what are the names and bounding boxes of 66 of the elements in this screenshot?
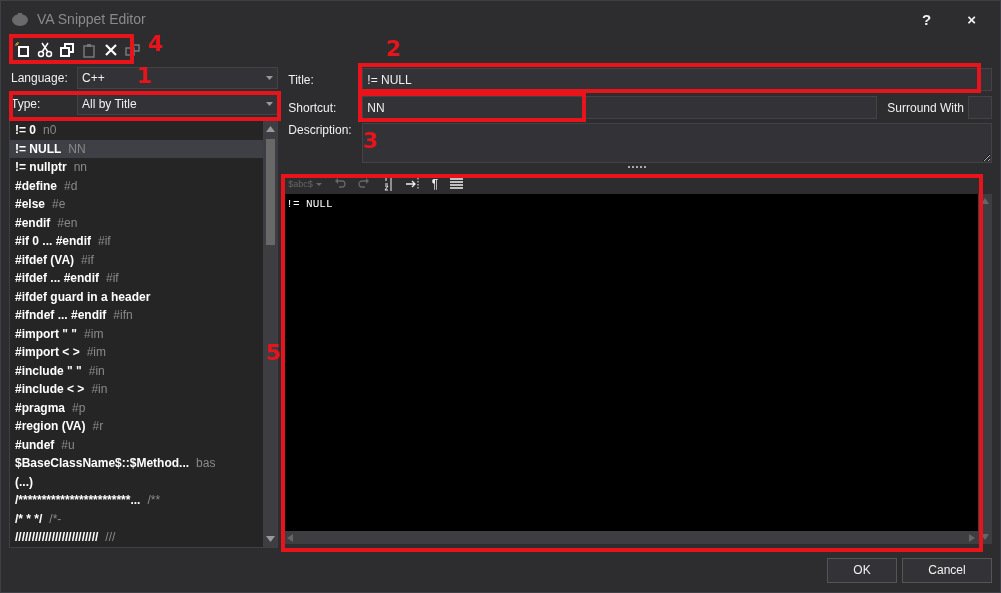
cancel-button[interactable]: Cancel — [902, 557, 992, 583]
scroll-thumb[interactable] — [265, 139, 275, 245]
snippet-item[interactable]: #import " " #im — [10, 324, 264, 343]
ok-button[interactable]: OK — [827, 557, 897, 583]
help-button[interactable]: ? — [908, 10, 946, 28]
snippet-item[interactable]: $BaseClassName$::$Method... bas — [10, 454, 264, 473]
window-title: VA Snippet Editor — [37, 11, 147, 27]
scissors-icon[interactable] — [37, 42, 53, 58]
code-editor[interactable]: != NULL — [284, 194, 978, 531]
dropdown-caret-icon — [315, 182, 322, 186]
field-label: Description: — [287, 123, 353, 137]
scrollbar[interactable] — [263, 121, 278, 547]
annotation-number: 1 — [137, 65, 153, 87]
field-label: Title: — [287, 72, 315, 87]
snippet-item[interactable]: /* * */ /*- — [10, 509, 264, 528]
snippet-item[interactable]: #undef #u — [10, 435, 264, 454]
pilcrow-button[interactable]: ¶ — [431, 177, 439, 191]
shortcut-field[interactable]: NN — [362, 96, 878, 119]
type-dropdown[interactable]: All by Title — [77, 93, 279, 115]
snippet-item[interactable]: != nullptr nn — [10, 158, 264, 177]
snippet-item[interactable]: #ifndef ... #endif #ifn — [10, 306, 264, 325]
snippet-item[interactable]: (...) — [10, 472, 264, 491]
snippet-item[interactable]: #pragma #p — [10, 398, 264, 417]
snippet-item[interactable]: #region (VA) #r — [10, 417, 264, 436]
description-field[interactable] — [362, 123, 992, 163]
scroll-down-icon[interactable] — [265, 536, 275, 542]
close-button[interactable]: × — [953, 10, 990, 28]
dropdown-caret-icon — [266, 102, 274, 106]
dropdown-caret-icon — [266, 76, 274, 80]
snippet-item[interactable]: #if 0 ... #endif #if — [10, 232, 264, 251]
snippet-item[interactable]: #else #e — [10, 195, 264, 214]
scroll-right-icon[interactable] — [969, 533, 975, 542]
field-label: Shortcut: — [287, 100, 338, 115]
copy-icon[interactable] — [59, 42, 75, 58]
scroll-up-icon[interactable] — [265, 126, 275, 132]
snippet-item[interactable]: != 0 n0 — [10, 121, 264, 140]
title-field[interactable]: != NULL — [362, 68, 992, 91]
indent-icon[interactable] — [405, 177, 420, 191]
scroll-down-icon[interactable] — [981, 534, 989, 540]
scrollbar[interactable] — [284, 531, 978, 544]
sort-icon[interactable] — [381, 177, 394, 191]
snippet-item[interactable]: #endif #en — [10, 213, 264, 232]
delete-icon[interactable] — [103, 42, 119, 58]
annotation-number: 4 — [148, 33, 164, 55]
snippet-item[interactable]: /************************... /** — [10, 491, 264, 510]
snippet-item[interactable]: #ifdef guard in a header — [10, 287, 264, 306]
app-logo-icon — [11, 12, 29, 26]
snippet-item[interactable]: #ifdef ... #endif #if — [10, 269, 264, 288]
snippet-item[interactable]: #define #d — [10, 176, 264, 195]
annotation-number: 2 — [386, 38, 402, 60]
new-icon[interactable] — [15, 42, 31, 58]
snippet-item[interactable]: ///////////////////////// /// — [10, 528, 264, 547]
snippet-item[interactable]: #import < > #im — [10, 343, 264, 362]
annotation-number: 5 — [266, 342, 282, 364]
scroll-up-icon[interactable] — [981, 198, 989, 204]
field-label: Type: — [10, 97, 42, 111]
field-label: Language: — [10, 71, 69, 85]
snippet-item[interactable]: #include " " #in — [10, 361, 264, 380]
scroll-left-icon[interactable] — [287, 533, 294, 542]
splitter-grip-icon[interactable] — [628, 166, 649, 169]
snippet-item[interactable]: #include < > #in — [10, 380, 264, 399]
snippet-item[interactable]: #ifdef (VA) #if — [10, 250, 264, 269]
snippet-item[interactable]: != NULL NN — [10, 139, 264, 158]
field-label: Surround With — [887, 100, 964, 115]
annotation-number: 3 — [363, 130, 379, 152]
lines-icon[interactable] — [450, 177, 464, 191]
